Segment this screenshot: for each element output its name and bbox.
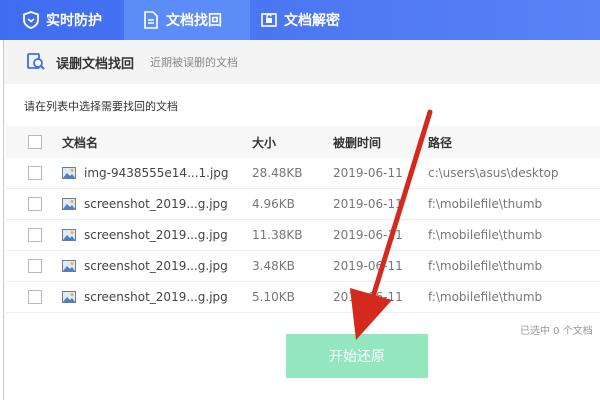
file-path: f:\mobilefile\thumb (428, 259, 543, 273)
tab-document-decrypt[interactable]: 文档解密 (250, 0, 380, 40)
image-file-icon (62, 167, 76, 179)
section-title: 误删文档找回 (56, 57, 135, 72)
file-path: c:\users\asus\desktop (428, 166, 559, 180)
row-checkbox[interactable] (28, 166, 42, 180)
start-restore-button[interactable]: 开始还原 (286, 334, 428, 378)
section-header: 误删文档找回 近期被误删的文档 (4, 40, 600, 84)
file-size: 3.48KB (252, 259, 295, 273)
row-checkbox[interactable] (28, 290, 42, 304)
file-name: img-9438555e14...1.jpg (84, 166, 229, 180)
deleted-time: 2019-06-11 (333, 290, 403, 304)
file-path: f:\mobilefile\thumb (428, 197, 543, 211)
window-border (3, 40, 4, 400)
search-document-icon (26, 52, 46, 76)
file-name: screenshot_2019...g.jpg (84, 259, 228, 273)
table-row[interactable]: screenshot_2019...g.jpg 11.38KB 2019-06-… (6, 220, 600, 251)
deleted-time: 2019-06-11 (333, 259, 403, 273)
table-row[interactable]: img-9438555e14...1.jpg 28.48KB 2019-06-1… (6, 158, 600, 189)
file-path: f:\mobilefile\thumb (428, 228, 543, 242)
table-row[interactable]: screenshot_2019...g.jpg 5.10KB 2019-06-1… (6, 282, 600, 313)
column-header-name[interactable]: 文档名 (62, 126, 98, 158)
file-size: 11.38KB (252, 228, 303, 242)
tab-label: 文档解密 (284, 13, 340, 29)
row-checkbox[interactable] (28, 197, 42, 211)
column-header-size[interactable]: 大小 (252, 126, 276, 158)
section-subtitle: 近期被误删的文档 (150, 56, 238, 69)
table-row[interactable]: screenshot_2019...g.jpg 3.48KB 2019-06-1… (6, 251, 600, 282)
unlock-document-icon (260, 11, 278, 29)
column-header-path[interactable]: 路径 (428, 126, 452, 158)
image-file-icon (62, 291, 76, 303)
file-name: screenshot_2019...g.jpg (84, 197, 228, 211)
file-name: screenshot_2019...g.jpg (84, 290, 228, 304)
table-header: 文档名 大小 被删时间 路径 (6, 126, 600, 158)
tab-label: 实时防护 (46, 13, 102, 29)
tab-document-recovery[interactable]: 文档找回 (124, 0, 250, 40)
selected-count-label: 已选中 0 个文档 (520, 326, 593, 337)
row-checkbox[interactable] (28, 228, 42, 242)
instruction-text: 请在列表中选择需要找回的文档 (24, 100, 178, 113)
deleted-time: 2019-06-11 (333, 197, 403, 211)
document-restore-icon (142, 11, 160, 29)
file-size: 5.10KB (252, 290, 295, 304)
image-file-icon (62, 260, 76, 272)
file-size: 4.96KB (252, 197, 295, 211)
file-path: f:\mobilefile\thumb (428, 290, 543, 304)
deleted-time: 2019-06-11 (333, 228, 403, 242)
deleted-time: 2019-06-11 (333, 166, 403, 180)
tab-realtime-protection[interactable]: 实时防护 (0, 0, 122, 40)
shield-icon (22, 11, 40, 29)
column-header-deleted-time[interactable]: 被删时间 (333, 126, 381, 158)
file-name: screenshot_2019...g.jpg (84, 228, 228, 242)
image-file-icon (62, 229, 76, 241)
select-all-checkbox[interactable] (28, 135, 42, 149)
file-size: 28.48KB (252, 166, 303, 180)
table-row[interactable]: screenshot_2019...g.jpg 4.96KB 2019-06-1… (6, 189, 600, 220)
tab-label: 文档找回 (166, 13, 222, 29)
row-checkbox[interactable] (28, 259, 42, 273)
image-file-icon (62, 198, 76, 210)
top-tab-bar: 实时防护 文档找回 文档解密 (0, 0, 600, 40)
